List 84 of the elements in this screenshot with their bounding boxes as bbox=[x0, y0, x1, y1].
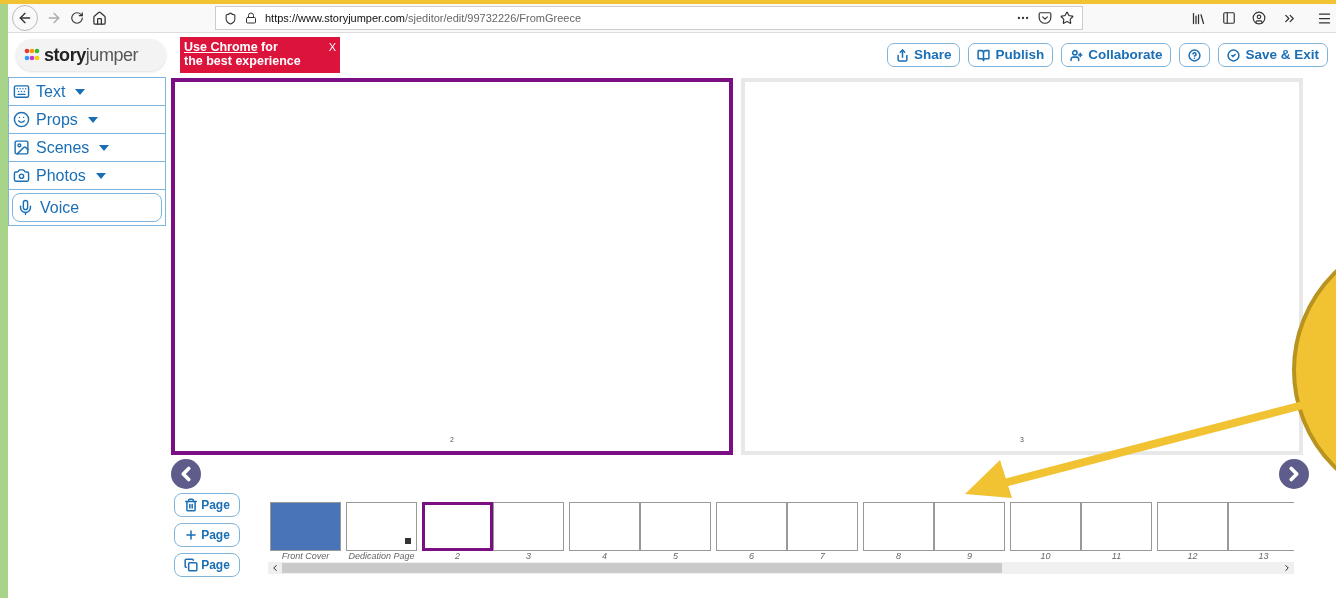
copy-page-button[interactable]: Page bbox=[174, 553, 240, 577]
voice-icon bbox=[17, 199, 34, 216]
thumbnail-label: 5 bbox=[673, 551, 678, 561]
thumbnail-label: 9 bbox=[967, 551, 972, 561]
collaborate-icon bbox=[1070, 48, 1084, 62]
thumbnail-label: 8 bbox=[896, 551, 901, 561]
share-button[interactable]: Share bbox=[886, 43, 961, 67]
save-icon bbox=[1227, 48, 1241, 62]
storyjumper-logo[interactable]: storyjumper bbox=[16, 39, 166, 71]
thumbnail-label: 7 bbox=[820, 551, 825, 561]
voice-button[interactable]: Voice bbox=[12, 193, 162, 222]
logo-text: storyjumper bbox=[44, 43, 139, 67]
page-thumbnail[interactable] bbox=[934, 502, 1005, 551]
thumbnail-label: 2 bbox=[455, 551, 460, 561]
qr-code-icon bbox=[405, 538, 411, 544]
page-thumbnail[interactable] bbox=[422, 502, 493, 551]
add-page-button[interactable]: Page bbox=[174, 523, 240, 547]
thumbnail-label: Dedication Page bbox=[348, 551, 415, 561]
close-banner-button[interactable]: X bbox=[328, 40, 336, 54]
shield-icon bbox=[224, 11, 237, 25]
collaborate-button[interactable]: Collaborate bbox=[1061, 43, 1172, 67]
thumbnail-label: 6 bbox=[749, 551, 754, 561]
back-arrow-icon bbox=[17, 10, 33, 26]
dropdown-caret-icon bbox=[95, 172, 106, 179]
thumbnail-label: 4 bbox=[602, 551, 607, 561]
lock-icon bbox=[245, 12, 257, 24]
page-thumbnail[interactable] bbox=[493, 502, 564, 551]
page-thumbnail[interactable] bbox=[569, 502, 640, 551]
library-icon[interactable] bbox=[1191, 10, 1206, 26]
scenes-icon bbox=[13, 139, 30, 156]
sidebar-icon[interactable] bbox=[1222, 11, 1236, 25]
share-icon bbox=[895, 48, 909, 62]
add-icon bbox=[184, 528, 199, 542]
tool-menu-button[interactable]: Text bbox=[9, 78, 165, 106]
help-icon bbox=[1188, 48, 1202, 62]
use-chrome-link[interactable]: Use Chrome bbox=[184, 40, 258, 54]
account-icon[interactable] bbox=[1252, 11, 1266, 25]
reload-icon[interactable] bbox=[70, 11, 84, 25]
text-icon bbox=[13, 83, 30, 100]
thumbnail-label: Front Cover bbox=[281, 551, 330, 561]
page-thumbnail[interactable] bbox=[1228, 502, 1294, 551]
page-thumbnail[interactable] bbox=[1010, 502, 1081, 551]
scroll-right-icon[interactable] bbox=[1282, 563, 1292, 573]
horizontal-scrollbar[interactable] bbox=[268, 562, 1294, 574]
thumbnail-label: 11 bbox=[1111, 551, 1122, 561]
dedication-thumbnail[interactable] bbox=[346, 502, 417, 551]
page-thumbnail[interactable] bbox=[863, 502, 934, 551]
pocket-icon[interactable] bbox=[1038, 11, 1052, 25]
copy-icon bbox=[184, 558, 199, 572]
page-thumbnail[interactable] bbox=[640, 502, 711, 551]
page-thumbnail[interactable] bbox=[716, 502, 787, 551]
dropdown-caret-icon bbox=[99, 144, 110, 151]
tool-menu-button[interactable]: Scenes bbox=[9, 134, 165, 162]
thumbnail-label: 13 bbox=[1258, 551, 1269, 561]
page-thumbnail[interactable] bbox=[1081, 502, 1152, 551]
publish-button[interactable]: Publish bbox=[968, 43, 1054, 67]
delete-icon bbox=[184, 498, 199, 512]
thumbnail-label: 3 bbox=[526, 551, 531, 561]
photos-icon bbox=[13, 167, 30, 184]
help-button[interactable] bbox=[1179, 43, 1211, 67]
dots-logo-icon bbox=[24, 47, 40, 63]
address-bar[interactable]: https://www.storyjumper.com/sjeditor/edit/99732226/FromGreece bbox=[215, 6, 1083, 30]
home-icon[interactable] bbox=[92, 10, 107, 26]
banner-text: Use Chrome for the best experience bbox=[184, 40, 301, 68]
page-thumbnail[interactable] bbox=[787, 502, 858, 551]
next-page-button[interactable] bbox=[1279, 459, 1309, 489]
tool-menu-button[interactable]: Photos bbox=[9, 162, 165, 190]
url-text: https://www.storyjumper.com/sjeditor/edit/99732226/FromGreece bbox=[265, 10, 582, 26]
thumbnail-label: 10 bbox=[1040, 551, 1051, 561]
bookmark-star-icon[interactable] bbox=[1060, 11, 1074, 25]
page-thumbnail[interactable] bbox=[1157, 502, 1228, 551]
previous-page-button[interactable] bbox=[171, 459, 201, 489]
scroll-left-icon[interactable] bbox=[270, 563, 280, 573]
cover-thumbnail[interactable] bbox=[270, 502, 341, 551]
publish-icon bbox=[977, 48, 991, 62]
menu-icon[interactable] bbox=[1317, 10, 1332, 26]
dropdown-caret-icon bbox=[87, 116, 98, 123]
delete-page-button[interactable]: Page bbox=[174, 493, 240, 517]
scrollbar-thumb[interactable] bbox=[282, 563, 1002, 573]
thumbnail-label: 12 bbox=[1187, 551, 1198, 561]
save-button[interactable]: Save & Exit bbox=[1218, 43, 1328, 67]
props-icon bbox=[13, 111, 30, 128]
dropdown-caret-icon bbox=[75, 88, 86, 95]
tool-menu-button[interactable]: Props bbox=[9, 106, 165, 134]
